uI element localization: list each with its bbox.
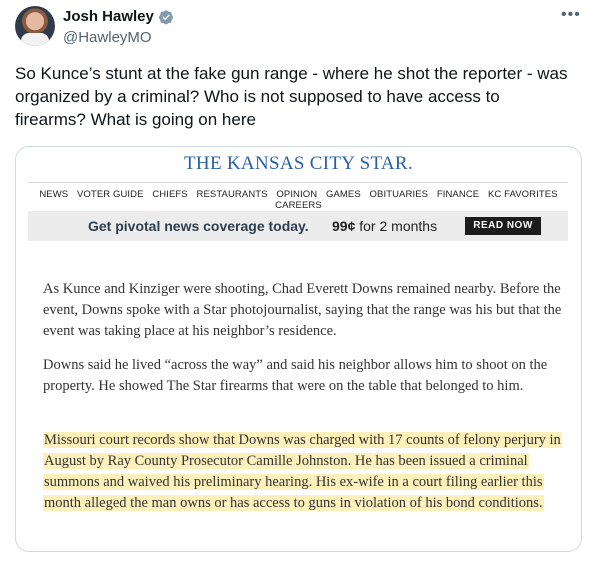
tweet: Josh Hawley @HawleyMO ••• So Kunce’s stu… (0, 0, 598, 565)
nav-item: CAREERS (275, 200, 322, 211)
nav-item: VOTER GUIDE (77, 189, 144, 200)
avatar[interactable] (15, 6, 55, 46)
highlighted-text: Missouri court records show that Downs w… (43, 432, 562, 511)
attached-image[interactable]: THE KANSAS CITY STAR. NEWS VOTER GUIDE C… (15, 146, 582, 552)
promo-text: Get pivotal news coverage today. (88, 218, 309, 234)
nav-item: RESTAURANTS (196, 189, 268, 200)
nav-item: FINANCE (436, 189, 480, 200)
nav-item: NEWS (39, 189, 69, 200)
nav-item: GAMES (325, 189, 361, 200)
tweet-text: So Kunce’s stunt at the fake gun range -… (15, 64, 568, 129)
article-paragraph: As Kunce and Kinziger were shooting, Cha… (43, 281, 562, 339)
newspaper-nav: NEWS VOTER GUIDE CHIEFS RESTAURANTS OPIN… (16, 189, 581, 211)
nav-item: OBITUARIES (369, 189, 429, 200)
promo-price: 99¢ for 2 months (332, 218, 438, 234)
author-row: Josh Hawley (63, 8, 174, 25)
read-now-button: READ NOW (465, 217, 541, 235)
more-options-icon[interactable]: ••• (561, 6, 581, 24)
author-handle[interactable]: @HawleyMO (63, 29, 152, 46)
article-paragraph-highlighted: Missouri court records show that Downs w… (43, 430, 578, 514)
newspaper-masthead: THE KANSAS CITY STAR. (184, 153, 413, 174)
article-paragraph: Downs said he lived “across the way” and… (43, 357, 548, 394)
nav-item: OPINION (276, 189, 318, 200)
subscription-promo: Get pivotal news coverage today. 99¢ for… (28, 211, 568, 241)
nav-item: KC FAVORITES (487, 189, 558, 200)
divider (28, 182, 568, 183)
nav-item: CHIEFS (152, 189, 188, 200)
author-name[interactable]: Josh Hawley (63, 8, 154, 25)
verified-badge-icon (158, 9, 173, 24)
